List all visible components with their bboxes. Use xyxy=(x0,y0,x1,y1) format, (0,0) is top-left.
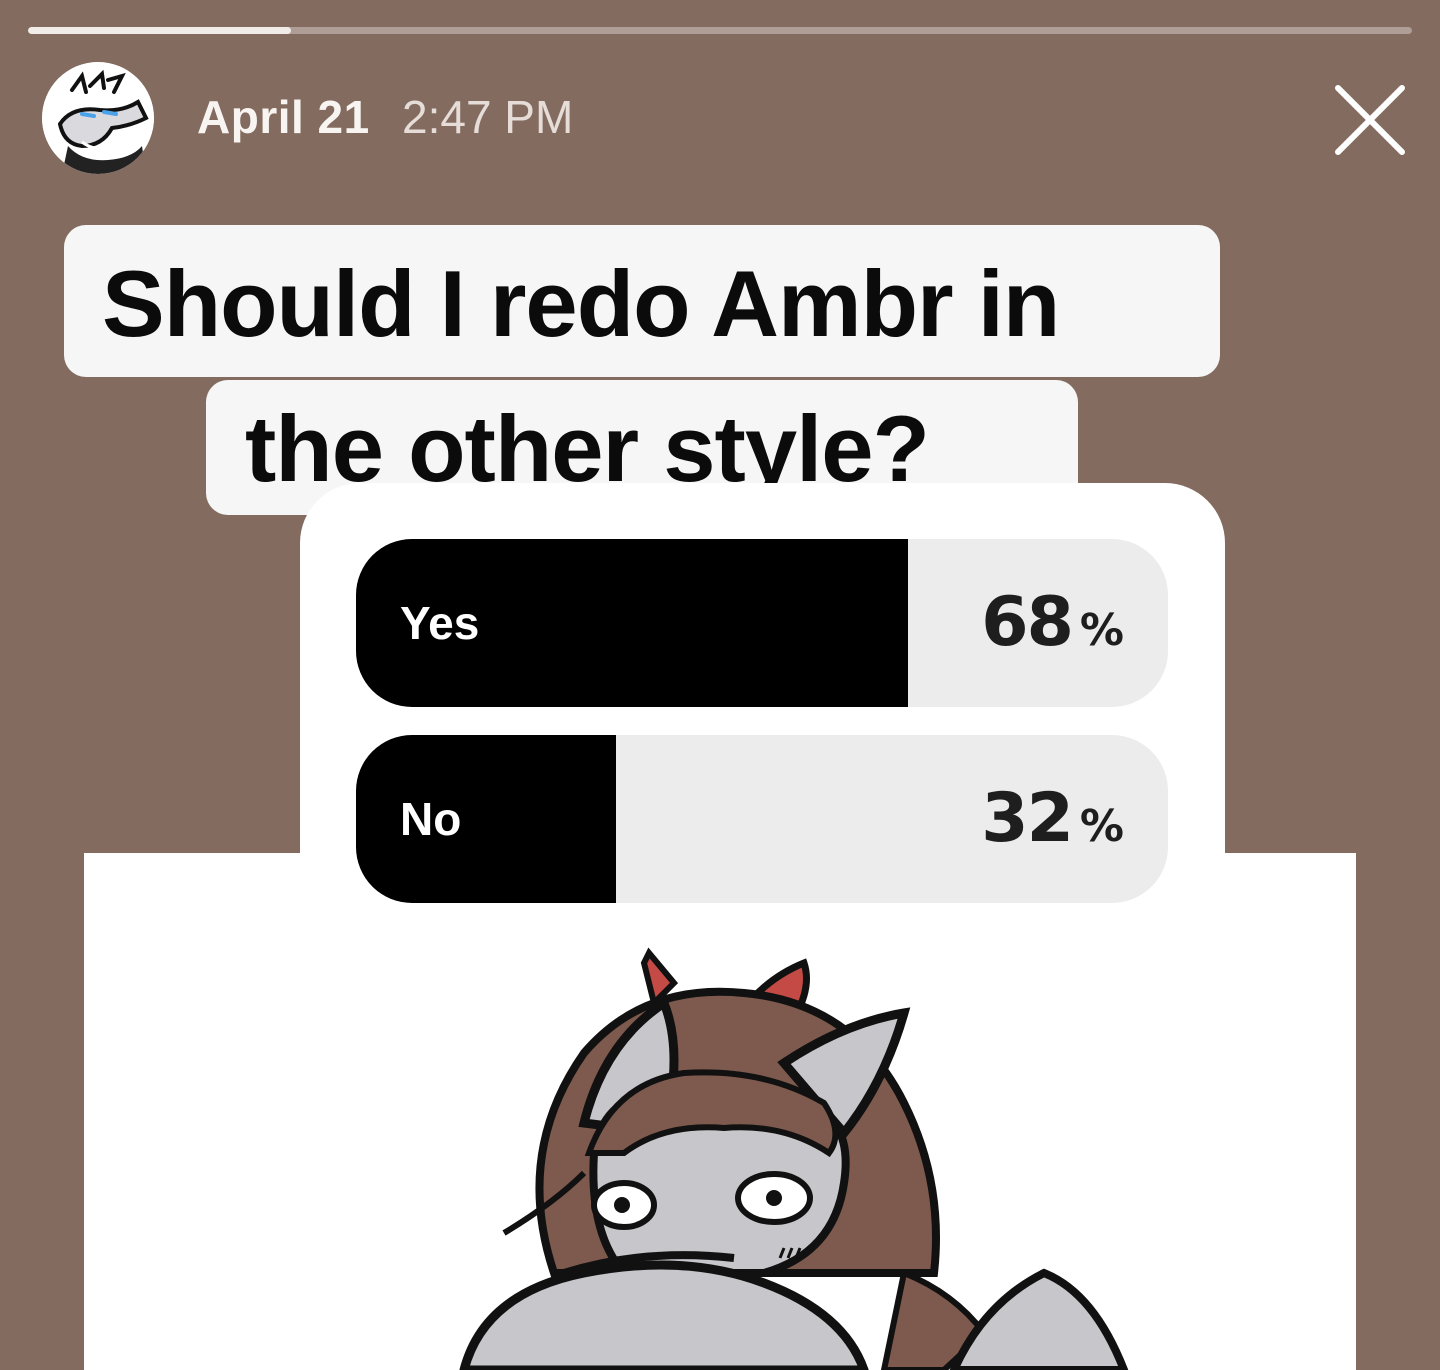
poll-option-percent: 68% xyxy=(981,583,1124,662)
poll-question-line1: Should I redo Ambr in xyxy=(102,251,1060,356)
story-header: April 21 2:47 PM xyxy=(0,0,1440,180)
poll-option-yes[interactable]: Yes 68% xyxy=(356,539,1168,707)
story-date: April 21 xyxy=(197,91,370,143)
poll-option-fill xyxy=(356,735,616,903)
close-icon xyxy=(1335,85,1405,155)
avatar[interactable] xyxy=(42,62,154,174)
poll-option-percent: 32% xyxy=(981,779,1124,858)
poll-option-no[interactable]: No 32% xyxy=(356,735,1168,903)
poll-option-label: No xyxy=(400,793,462,845)
avatar-drawing-icon xyxy=(42,62,154,174)
close-button[interactable] xyxy=(1330,80,1410,160)
story-time: 2:47 PM xyxy=(402,91,574,143)
poll-option-label: Yes xyxy=(400,597,480,649)
